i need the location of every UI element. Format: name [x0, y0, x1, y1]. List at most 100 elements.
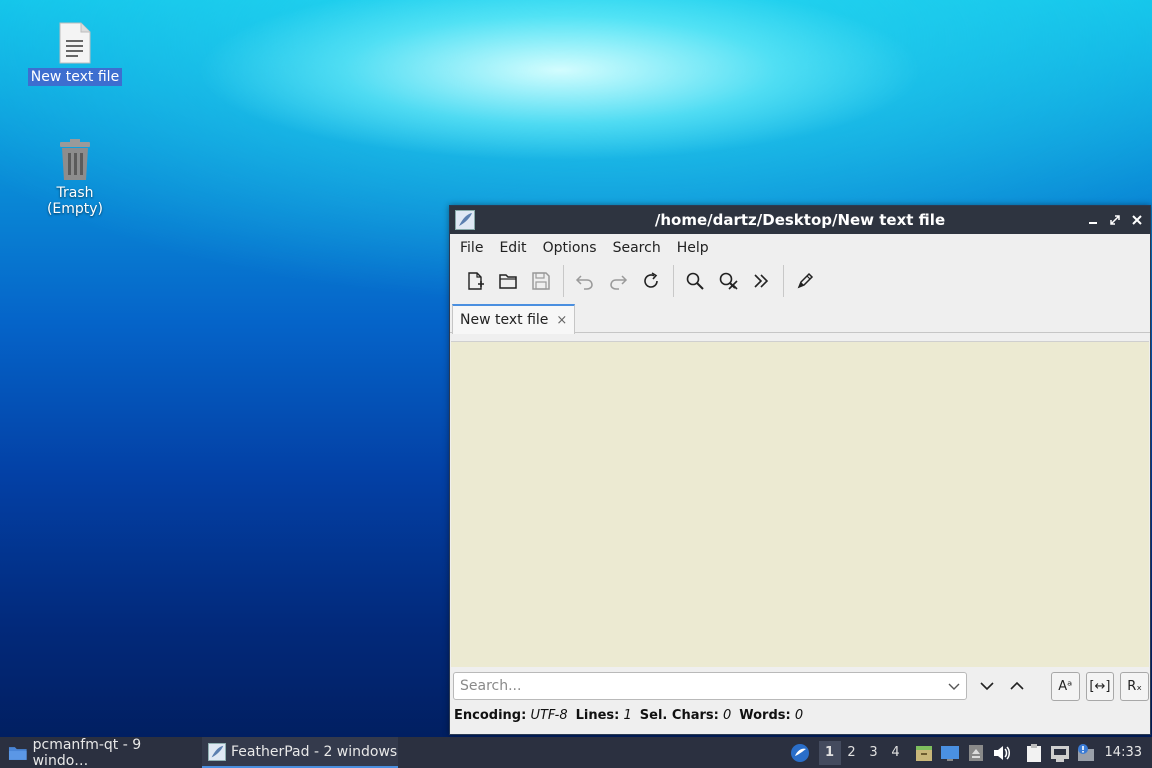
- system-tray: 1 2 3 4 14:33: [787, 737, 1152, 768]
- task-label: FeatherPad - 2 windows: [231, 743, 398, 760]
- close-icon: [1132, 215, 1142, 225]
- update-notifier-button[interactable]: [1073, 740, 1099, 766]
- workspace-3[interactable]: 3: [863, 741, 885, 765]
- lines-value: 1: [623, 708, 632, 723]
- taskbar: pcmanfm-qt - 9 windo… FeatherPad - 2 win…: [0, 737, 1152, 768]
- save-icon: [532, 272, 550, 290]
- new-file-icon: [468, 272, 484, 290]
- clock[interactable]: 14:33: [1099, 745, 1152, 760]
- new-file-button[interactable]: [460, 266, 490, 296]
- trash-icon: [60, 139, 90, 180]
- desktop-icon-trash[interactable]: Trash (Empty): [26, 138, 124, 218]
- close-button[interactable]: [1128, 211, 1146, 229]
- whole-word-button[interactable]: [↔]: [1085, 671, 1115, 701]
- clipboard-icon: [1026, 743, 1041, 762]
- save-button[interactable]: [526, 266, 556, 296]
- open-folder-icon: [499, 274, 517, 289]
- desktop-icon-label: Trash (Empty): [46, 185, 104, 217]
- title-bar[interactable]: /home/dartz/Desktop/New text file: [450, 206, 1150, 234]
- toolbar-separator: [783, 265, 784, 297]
- match-case-button[interactable]: Aᵃ: [1050, 671, 1080, 701]
- words-value: 0: [794, 708, 804, 723]
- toolbar: [450, 262, 1150, 300]
- featherpad-icon: [455, 210, 475, 230]
- find-previous-button[interactable]: [1003, 672, 1031, 700]
- tab-bar: New text file ×: [450, 300, 1150, 334]
- desktop-icon-new-text-file[interactable]: New text file: [26, 22, 124, 86]
- volume-icon: [993, 745, 1010, 760]
- chevron-down-icon[interactable]: [946, 678, 962, 694]
- chevron-up-icon: [1010, 681, 1024, 690]
- featherpad-window: /home/dartz/Desktop/New text file File E…: [449, 205, 1151, 735]
- sel-chars-value: 0: [722, 708, 732, 723]
- find-button[interactable]: [680, 266, 710, 296]
- text-editor[interactable]: [451, 341, 1149, 667]
- lubuntu-menu-button[interactable]: [787, 740, 813, 766]
- undo-button[interactable]: [570, 266, 600, 296]
- maximize-button[interactable]: [1106, 211, 1124, 229]
- words-label: Words:: [739, 708, 791, 723]
- replace-icon: [719, 272, 738, 290]
- redo-button[interactable]: [603, 266, 633, 296]
- toolbar-separator: [563, 265, 564, 297]
- menu-bar: File Edit Options Search Help: [450, 234, 1150, 262]
- status-encoding: Encoding: UTF-8: [454, 708, 568, 723]
- status-lines: Lines: 1: [576, 708, 632, 723]
- search-bar: Aᵃ [↔] Rₓ: [453, 670, 1149, 702]
- network-button[interactable]: [1047, 740, 1073, 766]
- desktop-icon: [940, 745, 959, 761]
- sel-chars-label: Sel. Chars:: [639, 708, 719, 723]
- folder-icon: [8, 746, 27, 760]
- network-icon: [1050, 745, 1069, 762]
- encoding-value: UTF-8: [530, 708, 568, 723]
- toolbar-separator: [673, 265, 674, 297]
- reload-button[interactable]: [636, 266, 666, 296]
- redo-icon: [610, 275, 628, 290]
- text-file-icon: [59, 22, 91, 64]
- workspace-2[interactable]: 2: [841, 741, 863, 765]
- status-words: Words: 0: [739, 708, 803, 723]
- go-to-button[interactable]: [746, 266, 776, 296]
- workspace-1[interactable]: 1: [818, 740, 841, 765]
- minimize-icon: [1089, 222, 1097, 224]
- menu-edit[interactable]: Edit: [493, 240, 536, 256]
- edit-pen-icon: [797, 272, 814, 289]
- maximize-icon: [1110, 215, 1120, 225]
- chevron-down-icon: [980, 682, 994, 691]
- status-bar: Encoding: UTF-8 Lines: 1 Sel. Chars: 0 W…: [454, 708, 803, 723]
- menu-file[interactable]: File: [454, 240, 493, 256]
- find-icon: [686, 272, 704, 290]
- edit-pen-button[interactable]: [790, 266, 820, 296]
- undo-icon: [575, 275, 593, 290]
- clipboard-button[interactable]: [1021, 740, 1047, 766]
- file-cabinet-icon: [915, 745, 932, 761]
- tab-close-icon[interactable]: ×: [556, 313, 567, 328]
- file-manager-launcher[interactable]: [911, 740, 937, 766]
- show-desktop-button[interactable]: [937, 740, 963, 766]
- find-next-button[interactable]: [973, 672, 1001, 700]
- regex-button[interactable]: Rₓ: [1120, 671, 1149, 701]
- task-featherpad[interactable]: FeatherPad - 2 windows: [202, 737, 398, 768]
- menu-search[interactable]: Search: [607, 240, 671, 256]
- featherpad-icon: [208, 742, 226, 761]
- menu-options[interactable]: Options: [537, 240, 607, 256]
- eject-icon: [968, 744, 983, 761]
- menu-help[interactable]: Help: [671, 240, 719, 256]
- window-title: /home/dartz/Desktop/New text file: [654, 211, 946, 229]
- tab-new-text-file[interactable]: New text file ×: [452, 304, 575, 334]
- search-input[interactable]: [460, 678, 940, 694]
- workspace-4[interactable]: 4: [885, 741, 907, 765]
- task-pcmanfm[interactable]: pcmanfm-qt - 9 windo…: [2, 737, 198, 768]
- tab-label: New text file: [460, 312, 549, 328]
- status-sel-chars: Sel. Chars: 0: [640, 708, 731, 723]
- go-to-icon: [754, 274, 769, 288]
- minimize-button[interactable]: [1084, 211, 1102, 229]
- replace-button[interactable]: [713, 266, 743, 296]
- eject-button[interactable]: [963, 740, 989, 766]
- open-button[interactable]: [493, 266, 523, 296]
- search-field[interactable]: [453, 672, 968, 700]
- update-notification-icon: [1077, 743, 1094, 761]
- volume-button[interactable]: [989, 740, 1015, 766]
- desktop-icon-label: New text file: [27, 68, 123, 86]
- lines-label: Lines:: [575, 708, 620, 723]
